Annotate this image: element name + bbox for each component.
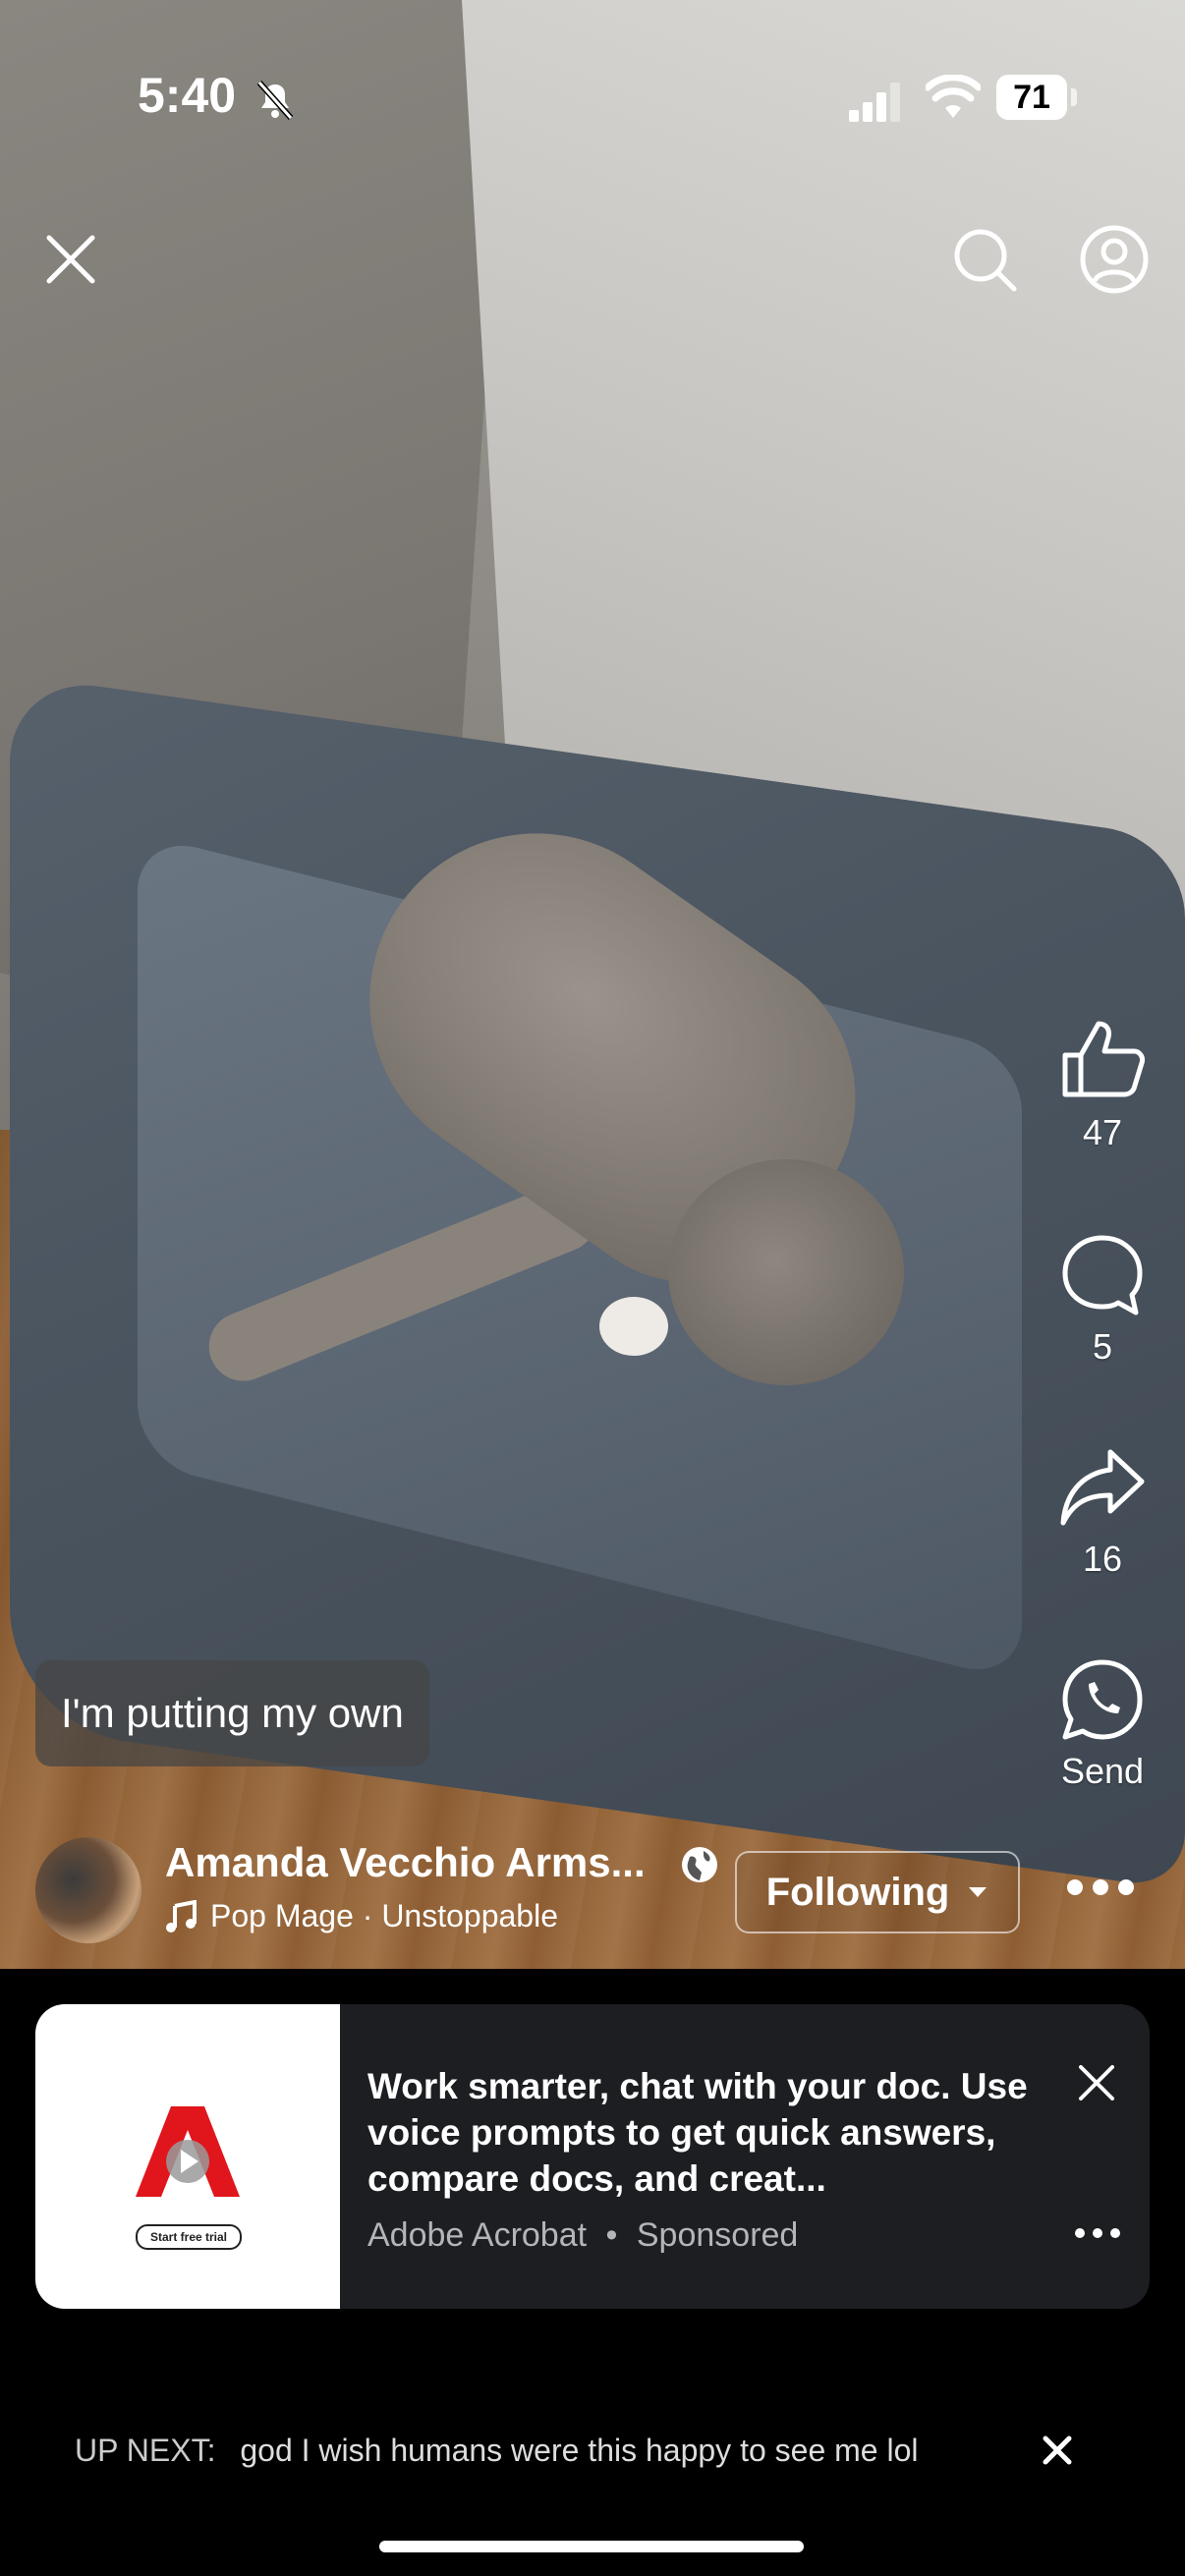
ad-thumbnail[interactable]: Start free trial <box>35 2004 340 2309</box>
ad-sponsored-label: Sponsored <box>636 2216 799 2254</box>
following-button[interactable]: Following <box>735 1851 1020 1933</box>
sponsored-ad-card[interactable]: Start free trial Work smarter, chat with… <box>35 2004 1150 2309</box>
more-options-button[interactable] <box>1067 1873 1136 1902</box>
send-button[interactable]: Send <box>1044 1656 1161 1792</box>
author-name[interactable]: Amanda Vecchio Arms... <box>165 1839 646 1886</box>
status-time: 5:40 <box>138 68 237 123</box>
silent-bell-icon <box>256 81 294 120</box>
audio-track-label: Pop Mage · Unstoppable <box>210 1898 558 1933</box>
comment-button[interactable]: 5 <box>1044 1232 1161 1368</box>
ad-close-icon[interactable] <box>1075 2061 1118 2104</box>
share-icon <box>1060 1449 1145 1526</box>
home-indicator[interactable] <box>379 2541 804 2552</box>
up-next-close-icon[interactable] <box>1042 2435 1073 2466</box>
up-next-title: god I wish humans were this happy to see… <box>240 2433 919 2468</box>
share-button[interactable]: 16 <box>1044 1444 1161 1580</box>
following-label: Following <box>765 1870 950 1914</box>
ad-meta-separator: • <box>605 2216 618 2254</box>
up-next-banner[interactable]: UP NEXT: god I wish humans were this hap… <box>75 2433 918 2469</box>
comment-count: 5 <box>1092 1326 1113 1367</box>
battery-indicator: 71 <box>996 75 1079 122</box>
music-note-icon <box>166 1899 197 1932</box>
send-label: Send <box>1060 1751 1145 1791</box>
close-icon <box>46 235 95 284</box>
ad-meta: Adobe Acrobat • Sponsored <box>367 2216 798 2255</box>
caret-down-icon <box>969 1887 988 1897</box>
profile-button[interactable] <box>1075 220 1154 299</box>
cellular-signal-icon <box>849 83 900 122</box>
status-bar: 5:40 71 <box>0 59 1185 138</box>
comment-icon <box>1062 1235 1143 1316</box>
share-count: 16 <box>1082 1539 1123 1579</box>
like-button[interactable]: 47 <box>1044 1014 1161 1153</box>
audio-track[interactable]: Pop Mage · Unstoppable <box>165 1898 558 1934</box>
search-button[interactable] <box>945 220 1024 299</box>
wifi-icon <box>926 75 981 118</box>
ad-advertiser: Adobe Acrobat <box>367 2216 588 2254</box>
adobe-acrobat-logo <box>136 2106 240 2197</box>
video-frame-dog-head <box>668 1159 904 1385</box>
more-dot-icon <box>1067 1879 1083 1895</box>
author-avatar[interactable] <box>35 1837 141 1943</box>
video-caption: I'm putting my own <box>35 1660 429 1766</box>
search-icon <box>954 229 1017 292</box>
thumbs-up-icon <box>1062 1021 1145 1097</box>
profile-icon <box>1080 225 1149 294</box>
like-count: 47 <box>1082 1112 1123 1152</box>
ad-headline: Work smarter, chat with your doc. Use vo… <box>367 2066 1028 2199</box>
close-button[interactable] <box>31 220 110 299</box>
globe-icon <box>682 1847 717 1882</box>
ad-more-options-button[interactable] <box>1075 2228 1124 2242</box>
ad-cta-label: Start free trial <box>136 2224 242 2250</box>
up-next-label: UP NEXT: <box>75 2433 216 2468</box>
send-icon <box>1062 1659 1143 1740</box>
